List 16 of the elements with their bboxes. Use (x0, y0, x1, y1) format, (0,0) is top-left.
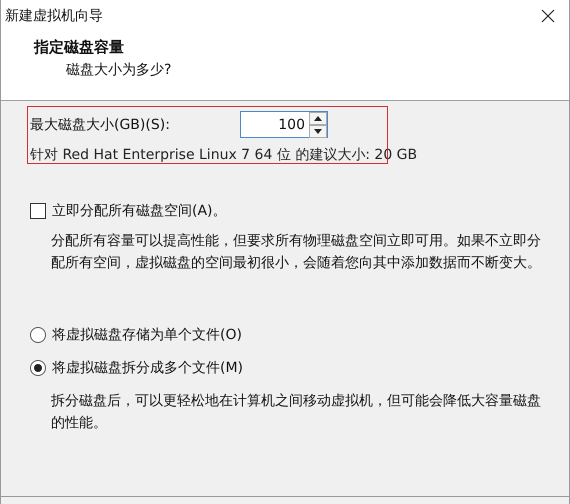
radio-button[interactable] (30, 360, 46, 376)
checkbox-label[interactable]: 立即分配所有磁盘空间(A)。 (52, 202, 227, 220)
close-icon[interactable] (541, 9, 555, 23)
page-heading: 指定磁盘容量 (34, 38, 125, 57)
radio-button[interactable] (30, 326, 46, 342)
field-label: 最大磁盘大小(GB)(S): (30, 116, 171, 134)
spin-up-icon[interactable] (309, 112, 327, 124)
disk-size-spinbox[interactable]: 100 (240, 111, 328, 138)
option-description: 分配所有容量可以提高性能，但要求所有物理磁盘空间立即可用。如果不立即分配所有空间，虚拟磁盘的空间最初很小，会随着您向其中添加数据而不断变大。 (51, 232, 541, 273)
page-subtitle: 磁盘大小为多少? (65, 61, 172, 79)
radio-label[interactable]: 将虚拟磁盘存储为单个文件(O) (52, 326, 242, 344)
radio-label[interactable]: 将虚拟磁盘拆分成多个文件(M) (52, 358, 244, 376)
checkbox[interactable] (30, 203, 46, 219)
spin-down-icon[interactable] (309, 124, 327, 138)
window-title: 新建虚拟机向导 (5, 7, 103, 25)
option-description: 拆分磁盘后，可以更轻松地在计算机之间移动虚拟机，但可能会降低大容量磁盘的性能。 (51, 392, 541, 433)
